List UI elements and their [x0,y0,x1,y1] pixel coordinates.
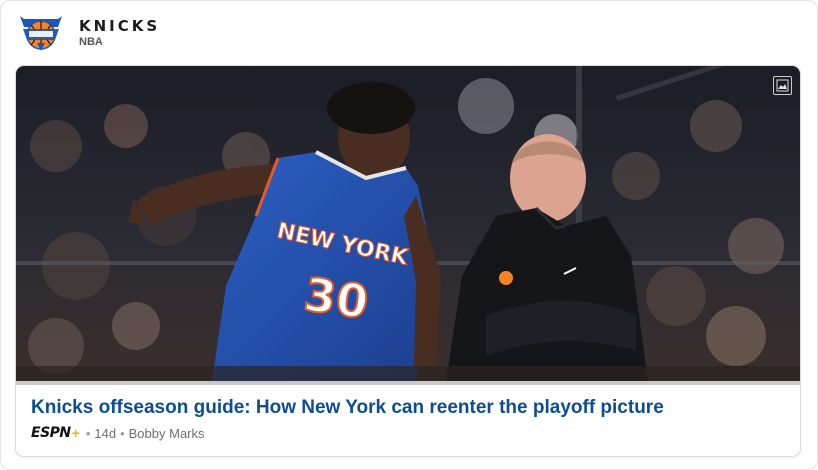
espn-plus-badge: + [71,425,80,441]
feed-module: KNICKS NBA NEW YORK 30 Knicks offseason … [0,0,818,470]
photo-divider [16,381,800,385]
jersey-number: 30 [301,267,372,329]
article-meta: ESPN + • 14d • Bobby Marks [31,424,205,442]
image-icon [773,76,792,95]
knicks-logo-icon [19,13,63,53]
article-age: 14d [94,425,117,441]
meta-separator: • [85,425,91,441]
article-photo[interactable]: NEW YORK 30 [16,66,800,381]
article-card[interactable]: NEW YORK 30 Knicks offseason guide: How … [15,65,801,457]
espn-logo: ESPN [31,425,71,441]
team-header[interactable]: KNICKS NBA [19,13,160,53]
article-headline[interactable]: Knicks offseason guide: How New York can… [31,396,791,420]
article-author: Bobby Marks [128,425,205,441]
team-name[interactable]: KNICKS [79,17,160,35]
meta-separator: • [120,425,125,441]
league-label: NBA [79,36,103,48]
